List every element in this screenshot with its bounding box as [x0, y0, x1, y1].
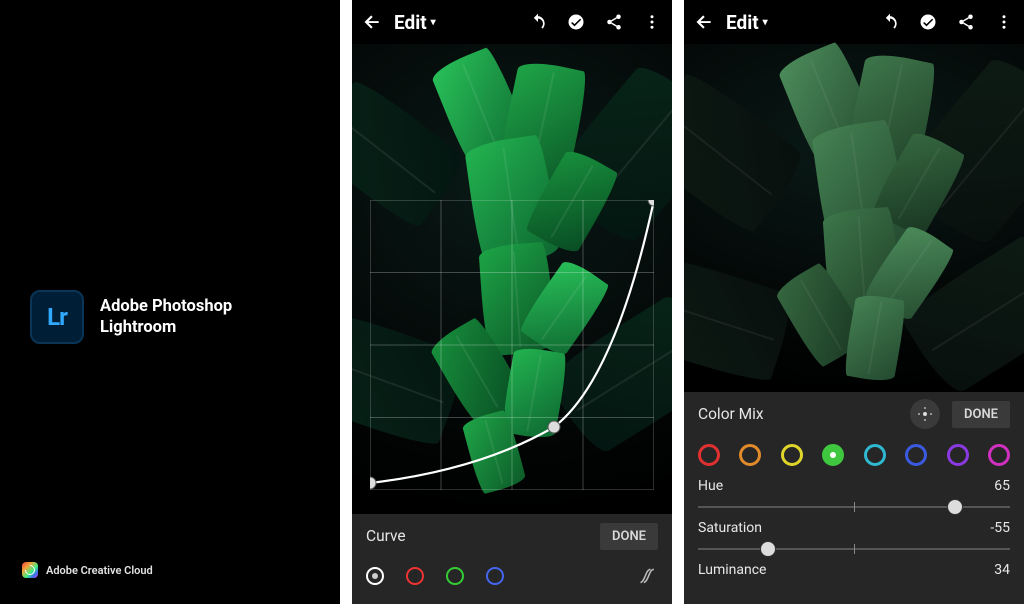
curve-editor-screen: Edit ▾	[352, 0, 672, 604]
screen-title-dropdown[interactable]: Edit ▾	[726, 11, 768, 34]
tone-curve-editor[interactable]	[370, 200, 654, 490]
more-icon[interactable]	[994, 12, 1014, 32]
luminance-value: 34	[994, 562, 1010, 578]
colormix-screen: Edit ▾	[684, 0, 1024, 604]
more-icon[interactable]	[642, 12, 662, 32]
hue-label: Hue	[698, 478, 723, 494]
accept-icon[interactable]	[918, 12, 938, 32]
curve-bottom-bar: Curve DONE	[352, 514, 672, 604]
hue-slider-block: Hue 65	[684, 474, 1024, 516]
channel-rgb[interactable]	[366, 567, 384, 585]
swatch-orange[interactable]	[739, 444, 761, 466]
saturation-slider-block: Saturation -55	[684, 516, 1024, 558]
splash-title-line1: Adobe Photoshop	[100, 296, 232, 317]
photo-preview[interactable]	[684, 44, 1024, 392]
splash-title: Adobe Photoshop Lightroom	[100, 296, 232, 339]
photo-preview[interactable]	[352, 44, 672, 514]
saturation-label: Saturation	[698, 520, 762, 536]
saturation-value: -55	[990, 520, 1010, 536]
chevron-down-icon: ▾	[763, 17, 768, 28]
screen-title-dropdown[interactable]: Edit ▾	[394, 11, 436, 34]
creative-cloud-row: Adobe Creative Cloud	[22, 562, 153, 578]
lightroom-app-icon: Lr	[30, 290, 84, 344]
edit-header: Edit ▾	[684, 0, 1024, 44]
swatch-blue[interactable]	[905, 444, 927, 466]
targeted-adjust-button[interactable]	[910, 399, 940, 429]
panel-label: Color Mix	[698, 405, 764, 423]
done-button[interactable]: DONE	[600, 523, 658, 550]
splash-title-line2: Lightroom	[100, 317, 232, 338]
share-icon[interactable]	[956, 12, 976, 32]
colormix-bottom-bar: Color Mix DONE Hue 65	[684, 392, 1024, 604]
hue-value: 65	[994, 478, 1010, 494]
done-button[interactable]: DONE	[952, 401, 1010, 428]
channel-red[interactable]	[406, 567, 424, 585]
swatch-yellow[interactable]	[781, 444, 803, 466]
saturation-slider[interactable]	[698, 542, 1010, 556]
creative-cloud-icon	[22, 562, 38, 578]
luminance-label: Luminance	[698, 562, 766, 578]
swatch-red[interactable]	[698, 444, 720, 466]
back-icon[interactable]	[694, 12, 714, 32]
hue-slider[interactable]	[698, 500, 1010, 514]
undo-icon[interactable]	[528, 12, 548, 32]
color-swatch-row	[684, 436, 1024, 474]
luminance-slider-block: Luminance 34	[684, 558, 1024, 578]
channel-blue[interactable]	[486, 567, 504, 585]
parametric-icon[interactable]	[638, 566, 658, 586]
undo-icon[interactable]	[880, 12, 900, 32]
swatch-purple[interactable]	[947, 444, 969, 466]
lightroom-icon-text: Lr	[47, 303, 67, 331]
accept-icon[interactable]	[566, 12, 586, 32]
share-icon[interactable]	[604, 12, 624, 32]
channel-green[interactable]	[446, 567, 464, 585]
curve-handle-mid[interactable]	[548, 421, 560, 433]
swatch-aqua[interactable]	[864, 444, 886, 466]
curve-handle-highlight[interactable]	[648, 200, 654, 206]
curve-channel-row	[352, 558, 672, 600]
swatch-green[interactable]	[822, 444, 844, 466]
screen-title: Edit	[726, 11, 759, 34]
panel-label: Curve	[366, 527, 406, 545]
splash-panel: Lr Adobe Photoshop Lightroom Adobe Creat…	[0, 0, 340, 604]
curve-handle-shadow[interactable]	[370, 477, 376, 489]
edit-header: Edit ▾	[352, 0, 672, 44]
screen-title: Edit	[394, 11, 427, 34]
back-icon[interactable]	[362, 12, 382, 32]
chevron-down-icon: ▾	[431, 17, 436, 28]
splash-logo-row: Lr Adobe Photoshop Lightroom	[30, 290, 232, 344]
creative-cloud-label: Adobe Creative Cloud	[46, 564, 153, 577]
swatch-magenta[interactable]	[988, 444, 1010, 466]
